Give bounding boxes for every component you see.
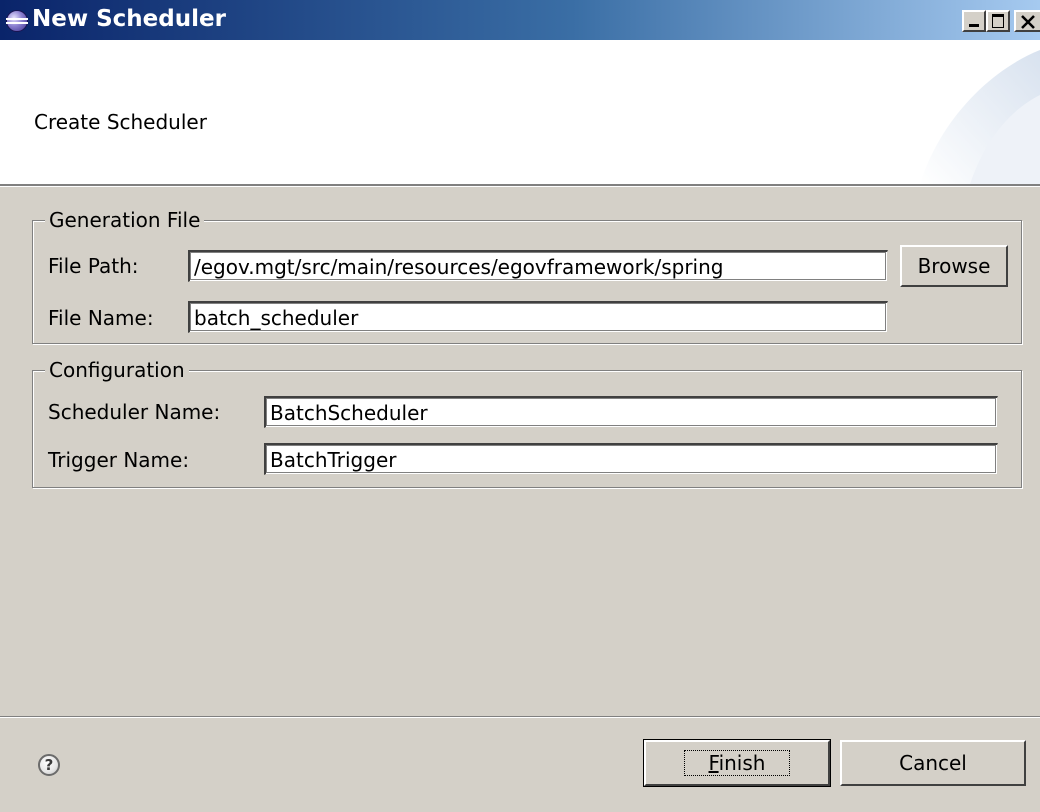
file-path-input[interactable]	[194, 252, 883, 281]
file-name-field[interactable]	[188, 301, 888, 333]
browse-button[interactable]: Browse	[900, 245, 1008, 287]
finish-button-label: Finish	[683, 750, 791, 776]
file-path-label: File Path:	[48, 254, 139, 278]
eclipse-app-icon	[6, 10, 28, 32]
finish-mnemonic: F	[708, 751, 719, 775]
browse-button-label: Browse	[917, 254, 991, 278]
minimize-button[interactable]	[962, 10, 986, 32]
generation-file-legend: Generation File	[45, 207, 205, 233]
trigger-name-input[interactable]	[270, 445, 993, 474]
close-button[interactable]	[1014, 10, 1040, 32]
scheduler-name-field[interactable]	[264, 396, 998, 428]
banner-swoosh-graphic	[920, 50, 1040, 184]
scheduler-name-input[interactable]	[270, 398, 993, 427]
close-icon	[1021, 15, 1035, 29]
trigger-name-field[interactable]	[264, 443, 998, 475]
file-name-label: File Name:	[48, 306, 154, 330]
cancel-button[interactable]: Cancel	[840, 740, 1026, 786]
maximize-button[interactable]	[986, 10, 1010, 32]
finish-button[interactable]: Finish	[643, 739, 831, 787]
file-name-input[interactable]	[194, 303, 883, 332]
banner-separator	[0, 184, 1040, 187]
footer-separator	[0, 716, 1040, 718]
file-path-field[interactable]	[188, 250, 888, 282]
configuration-legend: Configuration	[45, 357, 189, 383]
finish-label-rest: inish	[718, 751, 766, 775]
window-title: New Scheduler	[32, 6, 226, 32]
help-icon[interactable]: ?	[38, 754, 60, 776]
wizard-banner: Create Scheduler	[0, 40, 1040, 184]
wizard-page-title: Create Scheduler	[34, 110, 207, 134]
scheduler-name-label: Scheduler Name:	[48, 400, 221, 424]
trigger-name-label: Trigger Name:	[48, 448, 190, 472]
title-bar[interactable]: New Scheduler	[0, 0, 1040, 40]
cancel-button-label: Cancel	[899, 751, 967, 775]
